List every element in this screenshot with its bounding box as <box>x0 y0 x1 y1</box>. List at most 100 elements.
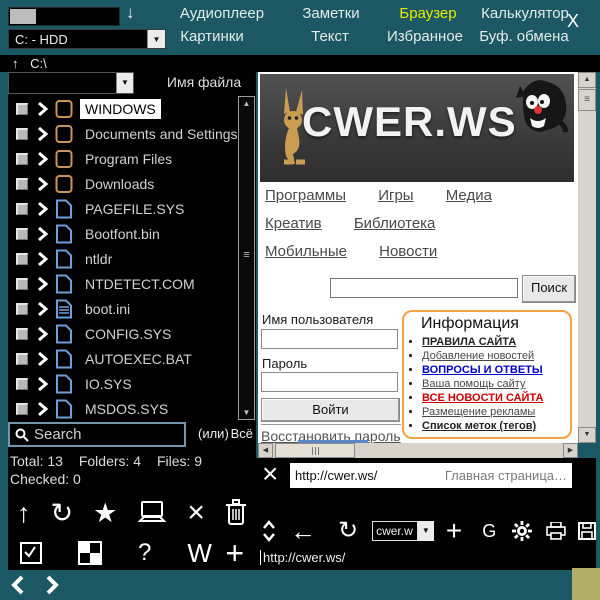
file-row[interactable]: boot.ini <box>8 296 256 321</box>
file-name[interactable]: NTDETECT.COM <box>80 274 200 294</box>
back-button[interactable]: ← <box>290 518 316 544</box>
site-link-media[interactable]: Медиа <box>446 187 492 204</box>
scroll-left-button[interactable]: ◀ <box>258 443 273 458</box>
file-name[interactable]: PAGEFILE.SYS <box>80 199 189 219</box>
browser-vertical-scrollbar[interactable]: ▲ ≡ ▼ <box>578 72 596 443</box>
expand-chevron-icon[interactable] <box>37 102 48 116</box>
info-link-help-site[interactable]: Ваша помощь сайту <box>422 377 565 391</box>
menu-item-pictures[interactable]: Картинки <box>180 28 244 45</box>
browser-tab[interactable]: http://cwer.ws/ Главная страница… <box>290 463 572 488</box>
site-link-news[interactable]: Новости <box>379 243 437 260</box>
expand-chevron-icon[interactable] <box>37 127 48 141</box>
refresh-button[interactable]: ↻ <box>51 500 74 527</box>
file-row[interactable]: IO.SYS <box>8 371 256 396</box>
go-up-icon[interactable]: ↑ <box>12 56 19 71</box>
drive-dropdown-button[interactable]: ▼ <box>147 30 165 48</box>
password-field[interactable] <box>261 372 398 392</box>
close-app-button[interactable]: X <box>567 11 579 32</box>
menu-item-audioplayer[interactable]: Аудиоплеер <box>180 5 264 22</box>
drive-selector[interactable]: C: - HDD ▼ <box>8 29 166 49</box>
corner-resize-handle[interactable] <box>572 568 600 600</box>
search-all-toggle[interactable]: Всё <box>231 426 253 441</box>
site-link-games[interactable]: Игры <box>378 187 413 204</box>
scrollbar-thumb[interactable]: ≡ <box>578 89 596 111</box>
expand-chevron-icon[interactable] <box>37 352 48 366</box>
site-link-programs[interactable]: Программы <box>265 187 346 204</box>
column-header-filename[interactable]: Имя файла <box>156 74 252 90</box>
info-link-advertising[interactable]: Размещение рекламы <box>422 405 565 419</box>
computer-button[interactable] <box>137 500 167 526</box>
menu-item-notes[interactable]: Заметки <box>302 5 359 22</box>
file-name[interactable]: IO.SYS <box>80 374 137 394</box>
file-name[interactable]: Documents and Settings <box>80 124 243 144</box>
login-button[interactable]: Войти <box>261 398 400 422</box>
row-checkbox[interactable] <box>16 253 28 265</box>
save-icon[interactable] <box>578 522 596 540</box>
file-row[interactable]: CONFIG.SYS <box>8 321 256 346</box>
site-search-button[interactable]: Поиск <box>522 275 576 303</box>
new-tab-button[interactable]: + <box>446 517 462 545</box>
settings-gear-icon[interactable] <box>512 521 532 541</box>
row-checkbox[interactable] <box>16 403 28 415</box>
row-checkbox[interactable] <box>16 178 28 190</box>
up-button[interactable]: ↑ <box>17 500 31 527</box>
scroll-up-icon[interactable]: ▲ <box>239 99 254 108</box>
file-list-scrollbar[interactable]: ▲ ≡ ▼ <box>238 96 255 420</box>
filter-dropdown-button[interactable]: ▼ <box>116 73 133 93</box>
file-row[interactable]: Program Files <box>8 146 256 171</box>
menu-item-favorites[interactable]: Избранное <box>387 28 463 45</box>
add-button[interactable]: + <box>225 537 244 569</box>
reload-button[interactable]: ↻ <box>338 519 358 543</box>
search-or-toggle[interactable]: (или) <box>198 426 229 441</box>
expand-chevron-icon[interactable] <box>37 277 48 291</box>
expand-chevron-icon[interactable] <box>37 327 48 341</box>
file-name[interactable]: CONFIG.SYS <box>80 324 176 344</box>
row-checkbox[interactable] <box>16 203 28 215</box>
username-field[interactable] <box>261 329 398 349</box>
info-link-rules[interactable]: ПРАВИЛА САЙТА <box>422 335 565 349</box>
scrollbar-grip-icon[interactable]: ≡ <box>239 249 254 261</box>
file-row[interactable]: Documents and Settings <box>8 121 256 146</box>
file-name[interactable]: Bootfont.bin <box>80 224 165 244</box>
google-search-button[interactable]: G <box>482 522 496 540</box>
expand-chevron-icon[interactable] <box>37 177 48 191</box>
row-checkbox[interactable] <box>16 103 28 115</box>
expand-chevron-icon[interactable] <box>37 377 48 391</box>
site-search-input[interactable] <box>330 278 518 298</box>
close-tab-icon[interactable]: × <box>262 458 278 490</box>
file-name[interactable]: Downloads <box>80 174 159 194</box>
expand-chevron-icon[interactable] <box>37 402 48 416</box>
expand-collapse-icon[interactable] <box>262 520 276 542</box>
expand-chevron-icon[interactable] <box>37 227 48 241</box>
address-dropdown-button[interactable]: ▼ <box>418 521 434 541</box>
trash-button[interactable] <box>225 499 247 527</box>
info-link-tags[interactable]: Список меток (тегов) <box>422 419 565 433</box>
row-checkbox[interactable] <box>16 328 28 340</box>
scrollbar-thumb[interactable] <box>275 443 355 458</box>
file-name[interactable]: Program Files <box>80 149 177 169</box>
file-row[interactable]: MSDOS.SYS <box>8 396 256 420</box>
scroll-down-icon[interactable]: ▼ <box>239 408 254 417</box>
menu-item-clipboard[interactable]: Буф. обмена <box>479 28 568 45</box>
row-checkbox[interactable] <box>16 278 28 290</box>
collapse-arrow-icon[interactable]: ↓ <box>126 3 135 23</box>
favorites-star-button[interactable]: ★ <box>93 500 117 527</box>
delete-x-button[interactable]: × <box>187 498 205 528</box>
site-link-mobile[interactable]: Мобильные <box>265 243 347 260</box>
file-row[interactable]: Bootfont.bin <box>8 221 256 246</box>
row-checkbox[interactable] <box>16 303 28 315</box>
file-name[interactable]: WINDOWS <box>80 99 161 119</box>
info-link-questions[interactable]: ВОПРОСЫ И ОТВЕТЫ <box>422 363 565 377</box>
address-input[interactable]: cwer.w <box>372 521 418 541</box>
select-checkbox-button[interactable] <box>20 542 42 564</box>
expand-chevron-icon[interactable] <box>37 252 48 266</box>
file-row[interactable]: ntldr <box>8 246 256 271</box>
scroll-down-button[interactable]: ▼ <box>578 427 596 443</box>
site-link-creative[interactable]: Креатив <box>265 215 322 232</box>
row-checkbox[interactable] <box>16 128 28 140</box>
file-name[interactable]: MSDOS.SYS <box>80 399 173 419</box>
file-name[interactable]: boot.ini <box>80 299 135 319</box>
search-input[interactable]: Search <box>8 422 186 447</box>
scroll-up-button[interactable]: ▲ <box>578 72 596 88</box>
site-link-library[interactable]: Библиотека <box>354 215 436 232</box>
